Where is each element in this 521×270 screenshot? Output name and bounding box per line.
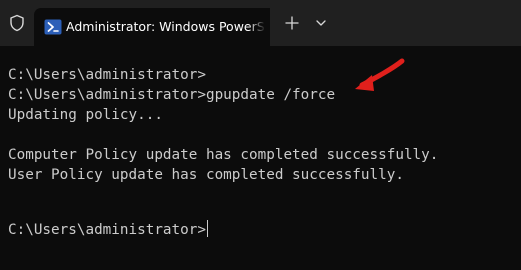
shield-icon bbox=[10, 14, 24, 32]
tab-title: Administrator: Windows PowerShell bbox=[66, 19, 266, 34]
terminal-line-command: C:\Users\administrator>gpupdate /force bbox=[8, 87, 336, 103]
terminal-output[interactable]: C:\Users\administrator> C:\Users\adminis… bbox=[0, 46, 521, 270]
terminal-window: Administrator: Windows PowerShell C:\Use… bbox=[0, 0, 521, 270]
terminal-line-computer-policy: Computer Policy update has completed suc… bbox=[8, 147, 439, 163]
red-arrow-icon bbox=[355, 58, 405, 91]
terminal-line-prompt-1: C:\Users\administrator> bbox=[8, 67, 206, 83]
terminal-line-user-policy: User Policy update has completed success… bbox=[8, 167, 404, 183]
terminal-line-current-prompt: C:\Users\administrator> bbox=[8, 220, 208, 240]
title-bar: Administrator: Windows PowerShell bbox=[0, 0, 521, 46]
plus-icon[interactable] bbox=[283, 14, 301, 32]
tab-title-fade bbox=[248, 8, 270, 46]
powershell-icon bbox=[44, 19, 62, 35]
chevron-down-icon[interactable] bbox=[313, 15, 329, 31]
text-cursor bbox=[206, 220, 208, 237]
prompt-text: C:\Users\administrator> bbox=[8, 222, 206, 238]
tab-powershell[interactable]: Administrator: Windows PowerShell bbox=[34, 8, 270, 46]
terminal-line-updating: Updating policy... bbox=[8, 107, 163, 123]
